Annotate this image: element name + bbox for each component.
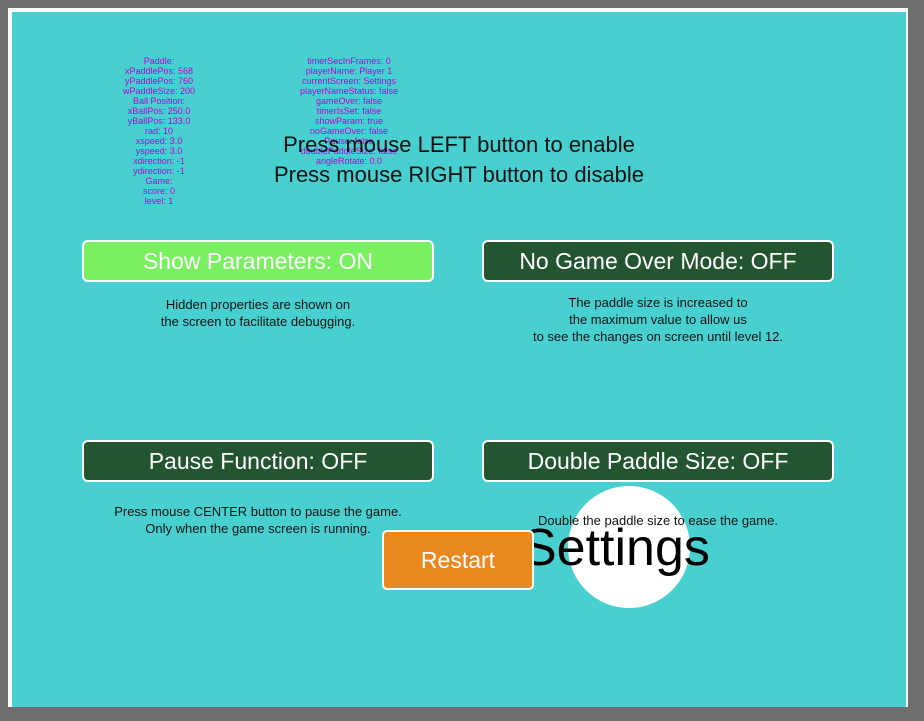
debug-line: timerSecInFrames: 0 xyxy=(307,56,391,66)
no-game-over-mode-button[interactable]: No Game Over Mode: OFF xyxy=(482,240,834,282)
description-line: to see the changes on screen until level… xyxy=(532,329,784,344)
description-line: the screen to facilitate debugging. xyxy=(160,314,356,329)
show-parameters-description: Hidden properties are shown on the scree… xyxy=(82,296,434,330)
debug-line: Paddle: xyxy=(143,56,175,66)
description-line: the maximum value to allow us xyxy=(569,312,747,327)
pause-function-description: Press mouse CENTER button to pause the g… xyxy=(82,503,434,537)
debug-line: wPaddleSize: 200 xyxy=(122,86,196,96)
restart-button[interactable]: Restart xyxy=(382,530,534,590)
description-line: Press mouse CENTER button to pause the g… xyxy=(114,504,402,519)
debug-line: xPaddlePos: 568 xyxy=(124,66,194,76)
pause-function-button[interactable]: Pause Function: OFF xyxy=(82,440,434,482)
debug-line: gameOver: false xyxy=(315,96,383,106)
instruction-enable: Press mouse LEFT button to enable xyxy=(283,132,635,157)
debug-line: currentScreen: Settings xyxy=(301,76,397,86)
debug-line: timerIsSet: false xyxy=(316,106,382,116)
debug-line: yPaddlePos: 760 xyxy=(124,76,194,86)
debug-line: showParam: true xyxy=(314,116,384,126)
description-line: The paddle size is increased to xyxy=(568,295,748,310)
debug-line: level: 1 xyxy=(144,196,174,206)
debug-line: playerNameStatus: false xyxy=(299,86,399,96)
debug-line: yBallPos: 133.0 xyxy=(127,116,191,126)
no-game-over-description: The paddle size is increased to the maxi… xyxy=(482,294,834,345)
game-canvas[interactable]: Paddle: xPaddlePos: 568 yPaddlePos: 760 … xyxy=(12,12,906,707)
debug-line: xBallPos: 250.0 xyxy=(127,106,191,116)
instruction-disable: Press mouse RIGHT button to disable xyxy=(273,162,645,187)
double-paddle-size-button[interactable]: Double Paddle Size: OFF xyxy=(482,440,834,482)
debug-line: Ball Position: xyxy=(132,96,186,106)
show-parameters-button[interactable]: Show Parameters: ON xyxy=(82,240,434,282)
screen-title: Settings xyxy=(522,519,710,577)
description-line: Hidden properties are shown on xyxy=(165,297,351,312)
debug-line: playerName: Player 1 xyxy=(305,66,393,76)
